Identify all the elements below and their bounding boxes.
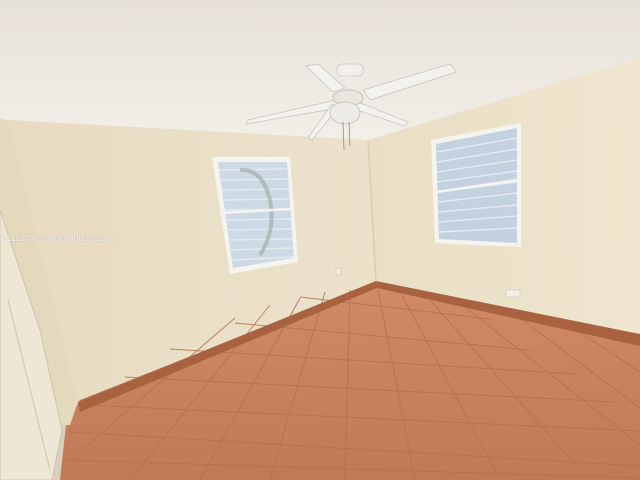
watermark-text: A1182741 © Miami MLS® 2025 [2, 234, 115, 243]
window-right [431, 123, 521, 247]
outlet-right [505, 289, 521, 298]
outlet-left [335, 267, 342, 276]
